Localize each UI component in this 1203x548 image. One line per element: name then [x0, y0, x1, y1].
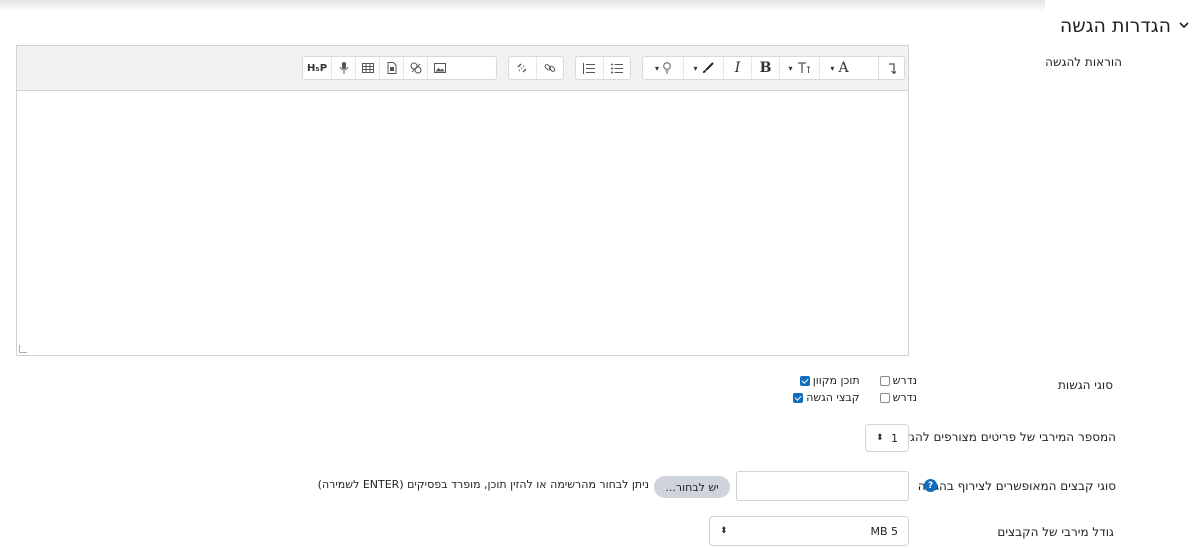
instructions-label: הוראות להגשה — [1045, 55, 1122, 69]
italic-label: I — [734, 60, 741, 76]
max-items-label: המספר המירבי של פריטים מצורפים להגשה — [893, 430, 1116, 444]
h5p-label: H₅P — [306, 62, 328, 74]
select-arrow-icon: ⬍ — [720, 526, 728, 536]
editor-content-area[interactable] — [17, 91, 908, 355]
microphone-icon[interactable] — [331, 57, 355, 79]
bold-icon[interactable]: B — [751, 57, 779, 79]
max-items-select[interactable]: 1 ⬍ — [865, 424, 909, 452]
media-icon[interactable] — [403, 57, 427, 79]
help-icon[interactable]: ? — [924, 479, 937, 492]
bold-label: B — [759, 60, 772, 76]
accepted-types-help: ניתן לבחור מהרשימה או להזין תוכן, מופרד … — [317, 478, 649, 491]
rich-text-editor: H₅P ▾ ▾ I B ▾ ▾ A — [16, 45, 909, 356]
max-size-select[interactable]: MB 5 ⬍ — [709, 516, 909, 546]
table-icon[interactable] — [355, 57, 379, 79]
toolbar-group-links — [508, 56, 564, 80]
online-text-label: תוכן מקוון — [812, 374, 860, 387]
chevron-down-icon[interactable] — [1179, 18, 1189, 34]
online-text-required-checkbox[interactable] — [879, 375, 890, 386]
choose-button[interactable]: יש לבחור... — [654, 476, 730, 498]
unlink-icon[interactable] — [509, 57, 536, 79]
select-arrow-icon: ⬍ — [876, 433, 884, 443]
file-icon[interactable] — [379, 57, 403, 79]
section-header[interactable]: הגדרות הגשה — [1060, 12, 1189, 40]
brush-icon[interactable]: ▾ — [683, 57, 723, 79]
file-submission-checkbox[interactable] — [793, 392, 804, 403]
bulb-icon[interactable]: ▾ — [643, 57, 683, 79]
rtl-icon[interactable] — [879, 57, 904, 79]
online-text-checkbox[interactable] — [799, 375, 810, 386]
file-submission-required-label: נדרש — [892, 391, 917, 404]
file-submission-required-checkbox[interactable] — [879, 392, 890, 403]
editor-toolbar: H₅P ▾ ▾ I B ▾ ▾ A — [17, 46, 908, 91]
unordered-list-icon[interactable] — [602, 57, 630, 79]
submission-type-online: תוכן מקוון נדרש — [799, 374, 917, 387]
ordered-list-icon[interactable] — [576, 57, 603, 79]
font-color-icon[interactable]: ▾ A — [819, 57, 859, 79]
accepted-types-input[interactable] — [736, 471, 909, 501]
top-separator — [0, 0, 1045, 12]
link-icon[interactable] — [535, 57, 563, 79]
h5p-icon[interactable]: H₅P — [303, 57, 331, 79]
toolbar-group-lists — [575, 56, 631, 80]
toolbar-group-insert: H₅P — [302, 56, 497, 80]
resize-handle[interactable] — [19, 345, 27, 353]
section-title: הגדרות הגשה — [1059, 15, 1171, 37]
font-size-icon[interactable]: ▾ — [779, 57, 819, 79]
toolbar-group-direction — [878, 56, 905, 80]
font-label: A — [838, 60, 849, 76]
max-items-value: 1 — [891, 431, 898, 445]
submission-types-label: סוגי הגשות — [1058, 378, 1113, 392]
accepted-types-label: סוגי קבצים המאופשרים לצירוף בהגשה — [917, 479, 1116, 493]
italic-icon[interactable]: I — [723, 57, 751, 79]
image-icon[interactable] — [427, 57, 451, 79]
max-size-label: גודל מירבי של הקבצים — [997, 525, 1114, 539]
submission-type-file: קבצי הגשה נדרש — [793, 391, 917, 404]
toolbar-group-format: ▾ ▾ I B ▾ ▾ A — [642, 56, 888, 80]
file-submission-label: קבצי הגשה — [806, 391, 860, 404]
max-size-value: MB 5 — [870, 524, 898, 538]
online-text-required-label: נדרש — [892, 374, 917, 387]
